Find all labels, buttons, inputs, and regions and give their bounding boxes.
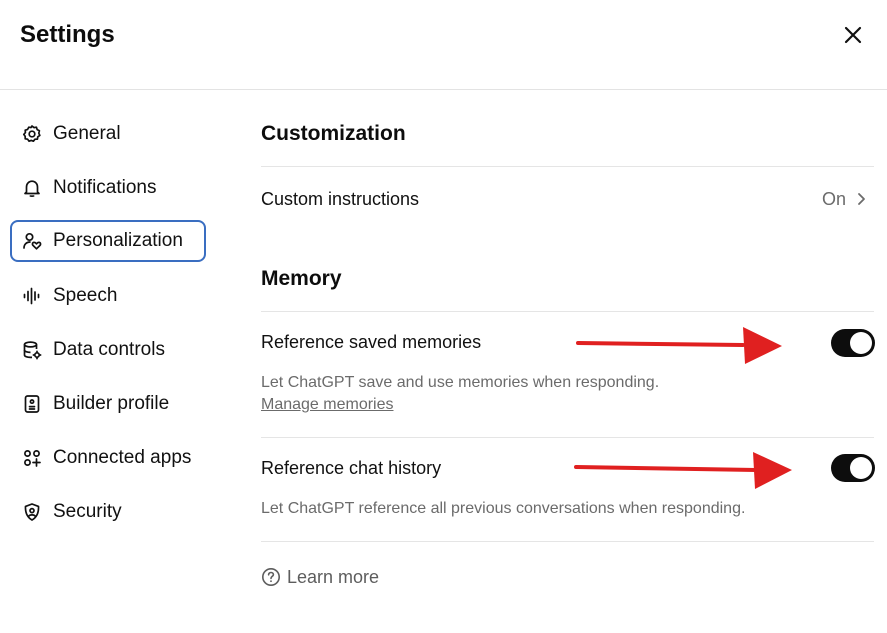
- person-heart-icon: [21, 230, 43, 252]
- custom-instructions-button[interactable]: On: [822, 188, 870, 210]
- sidebar-item-security[interactable]: Security: [10, 491, 206, 533]
- divider: [261, 311, 874, 312]
- sidebar-item-label: Data controls: [53, 339, 165, 360]
- sidebar-item-label: Personalization: [53, 230, 183, 251]
- bell-icon: [21, 177, 43, 199]
- sidebar-item-notifications[interactable]: Notifications: [10, 167, 206, 209]
- sidebar-item-builder-profile[interactable]: Builder profile: [10, 383, 206, 425]
- close-button[interactable]: [838, 20, 868, 50]
- page-title: Settings: [20, 21, 115, 48]
- divider: [261, 437, 874, 438]
- annotation-arrow: [576, 327, 782, 364]
- custom-instructions-label[interactable]: Custom instructions: [261, 188, 419, 210]
- settings-header: Settings: [0, 0, 887, 90]
- sidebar-item-label: Security: [53, 501, 122, 522]
- memory-section-title: Memory: [261, 267, 342, 290]
- custom-instructions-value: On: [822, 189, 847, 209]
- settings-dialog: Settings General Notifications Personali…: [0, 0, 887, 633]
- reference-saved-memories-toggle[interactable]: [831, 329, 875, 357]
- toggle-knob: [850, 457, 872, 479]
- sidebar-item-label: Connected apps: [53, 447, 192, 468]
- id-card-icon: [21, 393, 43, 415]
- sidebar-item-personalization[interactable]: Personalization: [10, 220, 206, 262]
- sidebar-item-data-controls[interactable]: Data controls: [10, 329, 206, 371]
- sidebar-item-connected-apps[interactable]: Connected apps: [10, 437, 206, 479]
- sidebar-item-speech[interactable]: Speech: [10, 275, 206, 317]
- sidebar-item-label: Speech: [53, 285, 118, 306]
- learn-more-link[interactable]: Learn more: [261, 566, 379, 588]
- reference-chat-history-description: Let ChatGPT reference all previous conve…: [261, 500, 746, 517]
- customization-section-title: Customization: [261, 122, 406, 145]
- apps-grid-icon: [21, 447, 43, 469]
- manage-memories-link[interactable]: Manage memories: [261, 395, 394, 415]
- sidebar-item-label: General: [53, 123, 121, 144]
- shield-icon: [21, 501, 43, 523]
- annotation-arrow: [574, 452, 792, 489]
- learn-more-label: Learn more: [287, 567, 380, 587]
- chevron-right-icon: [858, 193, 865, 205]
- gear-icon: [21, 123, 43, 145]
- close-icon: [844, 26, 862, 44]
- divider: [261, 541, 874, 542]
- reference-chat-history-label: Reference chat history: [261, 458, 442, 478]
- question-circle-icon: [262, 568, 280, 586]
- waveform-icon: [21, 285, 43, 307]
- sidebar-item-label: Notifications: [53, 177, 157, 198]
- reference-saved-memories-description: Let ChatGPT save and use memories when r…: [261, 374, 660, 391]
- sidebar-item-label: Builder profile: [53, 393, 170, 414]
- sidebar-item-general[interactable]: General: [10, 113, 206, 155]
- reference-saved-memories-label: Reference saved memories: [261, 332, 482, 352]
- toggle-knob: [850, 332, 872, 354]
- divider: [261, 166, 874, 167]
- database-gear-icon: [21, 339, 43, 361]
- reference-chat-history-toggle[interactable]: [831, 454, 875, 482]
